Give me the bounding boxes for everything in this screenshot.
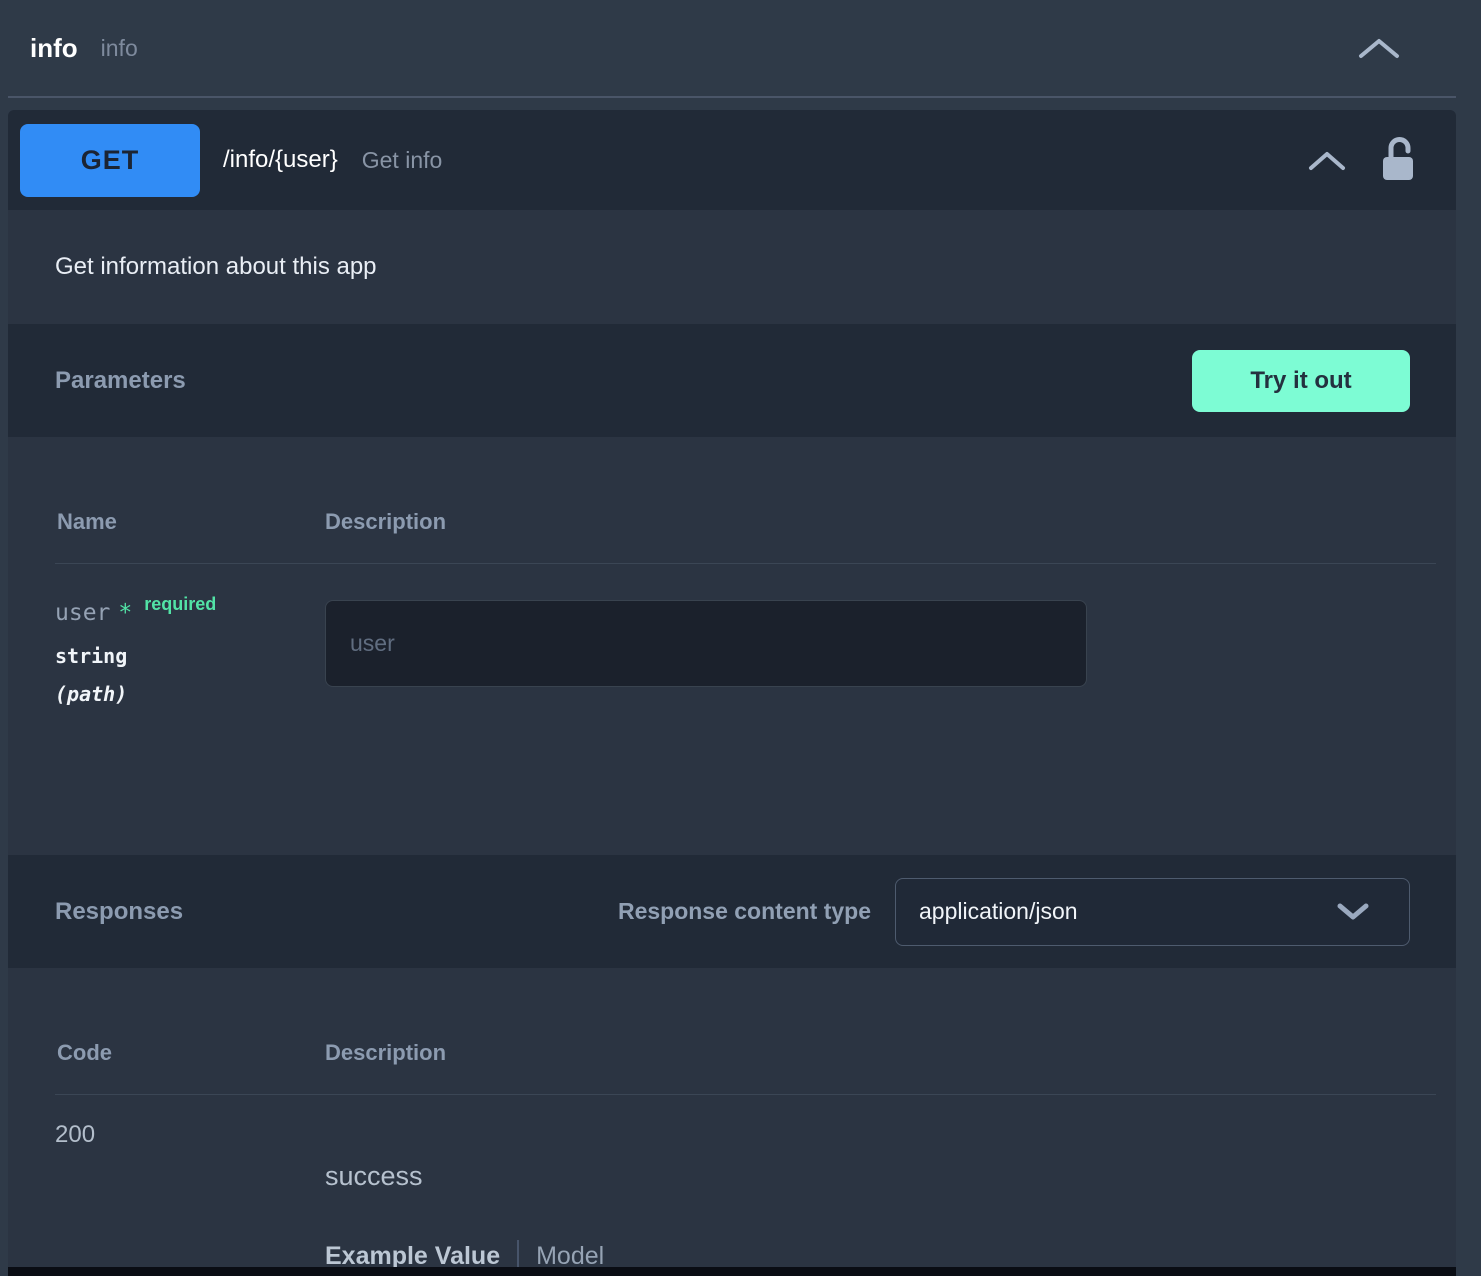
responses-table-header: Code Description [55, 968, 1436, 1095]
http-method-badge[interactable]: GET [20, 124, 200, 197]
collapse-operation-button[interactable] [1308, 149, 1346, 172]
responses-body: Code Description 200 success Example Val… [8, 968, 1456, 1276]
response-content-type-value: application/json [919, 898, 1078, 925]
required-label: required [144, 594, 216, 614]
operation-summary-text: Get info [362, 147, 443, 174]
operation-block: GET /info/{user} Get info Get informatio… [8, 110, 1456, 1276]
operation-description: Get information about this app [8, 210, 1456, 324]
response-content-type-label: Response content type [618, 898, 871, 925]
description-column-header: Description [325, 1040, 446, 1066]
description-column-header: Description [325, 509, 446, 535]
response-row: 200 success Example Value Model [55, 1095, 1456, 1272]
responses-title: Responses [55, 898, 183, 926]
parameters-table-header: Name Description [55, 437, 1436, 564]
response-code: 200 [55, 1121, 325, 1149]
tag-name: info [30, 33, 78, 64]
operation-path: /info/{user} [223, 146, 338, 174]
name-column-header: Name [57, 509, 325, 535]
try-it-out-button[interactable]: Try it out [1192, 350, 1410, 412]
parameter-location: (path) [55, 682, 325, 706]
tag-description: info [101, 35, 138, 62]
swagger-page: info info GET /info/{user} Get info [0, 0, 1481, 1276]
example-code-block-edge [8, 1267, 1456, 1276]
chevron-down-icon [1337, 902, 1369, 921]
parameters-title: Parameters [55, 367, 186, 395]
code-column-header: Code [57, 1040, 325, 1066]
authorize-button[interactable] [1380, 136, 1416, 184]
responses-header: Responses Response content type applicat… [8, 855, 1456, 968]
parameter-name: user*required [55, 600, 325, 626]
collapse-tag-button[interactable] [1357, 35, 1401, 61]
parameter-meta: user*required string (path) [55, 600, 325, 706]
parameter-name-text: user [55, 600, 110, 626]
response-content-type-select[interactable]: application/json [895, 878, 1410, 946]
operation-summary[interactable]: GET /info/{user} Get info [8, 110, 1456, 210]
parameter-description-cell [325, 600, 1087, 706]
unlocked-padlock-icon [1380, 136, 1416, 184]
parameter-type: string [55, 644, 325, 668]
parameters-body: Name Description user * required string (p… [8, 437, 1456, 855]
parameter-row: user * required string (path) [55, 564, 1456, 706]
tag-header[interactable]: info info [0, 0, 1481, 96]
chevron-up-icon [1357, 35, 1401, 61]
required-asterisk: * [118, 600, 132, 626]
operation-description-text: Get information about this app [55, 253, 377, 281]
response-description: success [325, 1161, 604, 1192]
chevron-up-icon [1308, 149, 1346, 172]
parameters-header: Parameters Try it out [8, 324, 1456, 437]
divider [8, 96, 1456, 98]
parameter-value-input[interactable] [325, 600, 1087, 687]
